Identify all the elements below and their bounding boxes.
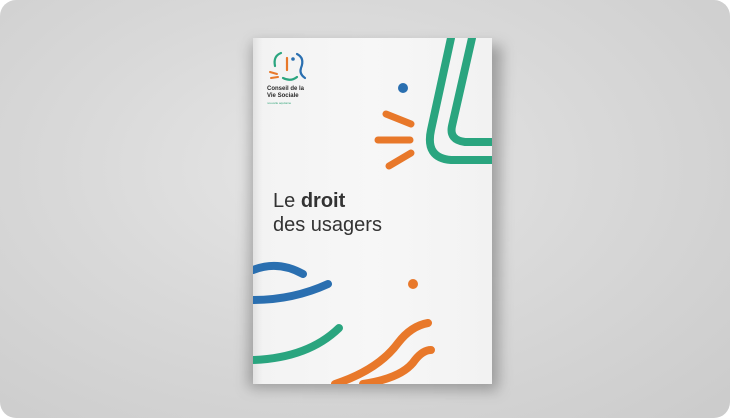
blue-arc-2 (253, 280, 332, 304)
booklet-cover: Conseil de la Vie Sociale nouvelle aquit… (253, 38, 492, 384)
blue-dot (398, 83, 408, 93)
orange-wave-1 (331, 319, 432, 384)
logo-text-line-2: Vie Sociale (267, 93, 299, 99)
orange-dot (408, 279, 418, 289)
photo-frame: Conseil de la Vie Sociale nouvelle aquit… (0, 0, 730, 418)
cover-title-line-1: Le droit (273, 190, 345, 213)
title-emphasis: droit (300, 190, 346, 212)
logo-text-line-1: Conseil de la (267, 86, 305, 92)
title-prefix: Le (273, 190, 301, 212)
blue-arc-1 (253, 261, 307, 278)
green-loop-inner (447, 38, 492, 146)
cvs-logo: Conseil de la Vie Sociale nouvelle aquit… (265, 50, 315, 110)
face-profile-icon (269, 51, 307, 81)
cover-title-line-2: des usagers (273, 214, 382, 236)
orange-stroke-3 (385, 149, 415, 170)
green-arc (253, 324, 343, 364)
orange-stroke-1 (382, 110, 415, 128)
logo-tagline: nouvelle aquitaine (267, 101, 292, 105)
